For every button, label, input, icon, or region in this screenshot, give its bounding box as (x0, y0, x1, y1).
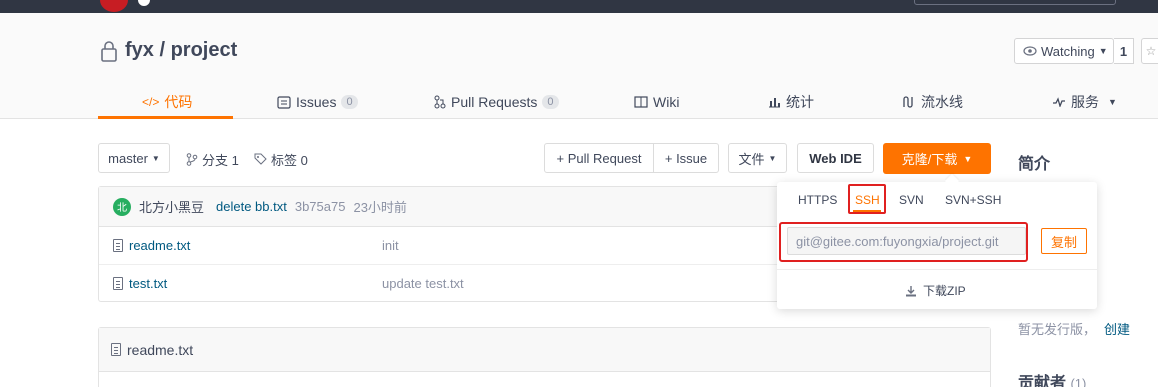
branch-select-value: master (108, 150, 148, 166)
stats-icon (769, 98, 780, 108)
commit-message[interactable]: delete bb.txt (216, 199, 287, 214)
watch-button[interactable]: Watching ▼ (1014, 38, 1114, 64)
tab-stats-label: 统计 (786, 94, 814, 110)
release-text: 暂无发行版， (1018, 322, 1097, 337)
file-commit-message[interactable]: update test.txt (382, 276, 464, 291)
download-zip-label: 下载ZIP (923, 284, 966, 298)
tab-pipeline-label: 流水线 (921, 94, 963, 110)
tab-pipeline[interactable]: 流水线 (902, 85, 963, 119)
chevron-down-icon: ▼ (151, 153, 160, 163)
file-menu-button[interactable]: 文件 ▼ (728, 143, 787, 173)
new-issue-button[interactable]: + Issue (653, 143, 719, 173)
repo-header: fyx / project Watching ▼ 1 ☆ </> 代码 Issu… (0, 13, 1158, 119)
file-icon (111, 343, 121, 356)
tab-wiki-label: Wiki (653, 94, 680, 110)
contributors-title: 贡献者 (1018, 375, 1067, 387)
protocol-tab-https[interactable]: HTTPS (798, 190, 837, 210)
tab-service[interactable]: 服务 ▼ (1052, 85, 1117, 119)
file-name[interactable]: readme.txt (129, 238, 190, 253)
commit-author[interactable]: 北方小黑豆 (139, 197, 204, 216)
copy-button[interactable]: 复制 (1041, 228, 1087, 254)
gitee-logo[interactable] (100, 0, 128, 12)
contributors-count: (1) (1070, 376, 1087, 387)
issues-count-badge: 0 (341, 95, 358, 109)
logo-mark (138, 0, 150, 6)
service-icon (1053, 97, 1065, 107)
readme-title: readme.txt (127, 341, 194, 358)
wiki-icon (634, 96, 648, 108)
tab-issues-label: Issues (296, 94, 337, 110)
tab-stats[interactable]: 统计 (768, 85, 814, 119)
tab-pull-requests[interactable]: Pull Requests 0 (434, 85, 559, 119)
lock-icon (101, 41, 117, 62)
file-icon (113, 239, 123, 252)
contributors-heading: 贡献者 (1) (1018, 369, 1086, 387)
commit-time: 23小时前 (353, 200, 407, 215)
tag-icon (254, 153, 267, 165)
caret-down-icon: ▼ (963, 153, 973, 164)
tab-code[interactable]: </> 代码 (142, 85, 192, 119)
clone-download-button[interactable]: 克隆/下载 ▼ (883, 143, 991, 174)
protocol-tab-svn[interactable]: SVN (899, 190, 924, 210)
tab-wiki[interactable]: Wiki (634, 85, 679, 119)
readme-panel: readme.txt (98, 327, 991, 387)
file-menu-label: 文件 (738, 151, 765, 167)
active-tab-indicator (98, 116, 233, 119)
clone-download-label: 克隆/下载 (901, 152, 958, 167)
file-name[interactable]: test.txt (129, 276, 167, 291)
file-icon (113, 277, 123, 290)
tags-link[interactable]: 标签 0 (254, 150, 308, 169)
chevron-down-icon: ▼ (1098, 46, 1108, 56)
file-commit-message[interactable]: init (382, 238, 399, 253)
branches-label: 分支 1 (202, 153, 239, 168)
branch-select[interactable]: master ▼ (98, 143, 170, 173)
tab-issues[interactable]: Issues 0 (277, 85, 358, 119)
star-icon[interactable]: ☆ (1141, 38, 1158, 64)
create-release-link[interactable]: 创建 (1104, 322, 1130, 337)
readme-header: readme.txt (99, 328, 990, 372)
pipeline-icon (903, 96, 913, 108)
chevron-down-icon: ▼ (768, 153, 777, 163)
new-pull-request-button[interactable]: + Pull Request (544, 143, 654, 173)
pull-requests-count-badge: 0 (542, 95, 559, 109)
release-info: 暂无发行版， 创建 (1018, 319, 1130, 338)
tab-pull-requests-label: Pull Requests (451, 94, 538, 110)
protocol-tab-svn-ssh[interactable]: SVN+SSH (945, 190, 1001, 210)
watch-count[interactable]: 1 (1114, 38, 1134, 64)
download-zip-link[interactable]: 下载ZIP (905, 282, 966, 299)
url-highlight-box (779, 222, 1028, 262)
branch-icon (186, 153, 198, 166)
repo-tabs: </> 代码 Issues 0 Pull Requests 0 Wiki 统计 … (98, 85, 1138, 119)
branches-link[interactable]: 分支 1 (186, 150, 239, 169)
issues-icon (277, 95, 291, 109)
download-icon (906, 285, 916, 296)
commit-hash[interactable]: 3b75a75 (295, 199, 346, 214)
ssh-highlight-box (848, 184, 886, 214)
dropdown-divider (777, 269, 1097, 270)
tab-service-label: 服务 (1071, 94, 1099, 110)
code-icon: </> (142, 95, 160, 109)
global-search-input[interactable] (914, 0, 1116, 5)
tab-code-label: 代码 (164, 94, 193, 110)
intro-heading: 简介 (1018, 156, 1051, 173)
web-ide-button[interactable]: Web IDE (797, 143, 874, 173)
repo-title[interactable]: fyx / project (125, 39, 237, 62)
tags-label: 标签 0 (271, 153, 308, 168)
watch-label: Watching (1041, 43, 1095, 59)
chevron-down-icon: ▼ (1108, 97, 1117, 107)
top-navbar (0, 0, 1158, 13)
pull-request-icon (434, 95, 446, 109)
eye-icon (1023, 46, 1037, 56)
avatar[interactable]: 北 (113, 197, 131, 216)
